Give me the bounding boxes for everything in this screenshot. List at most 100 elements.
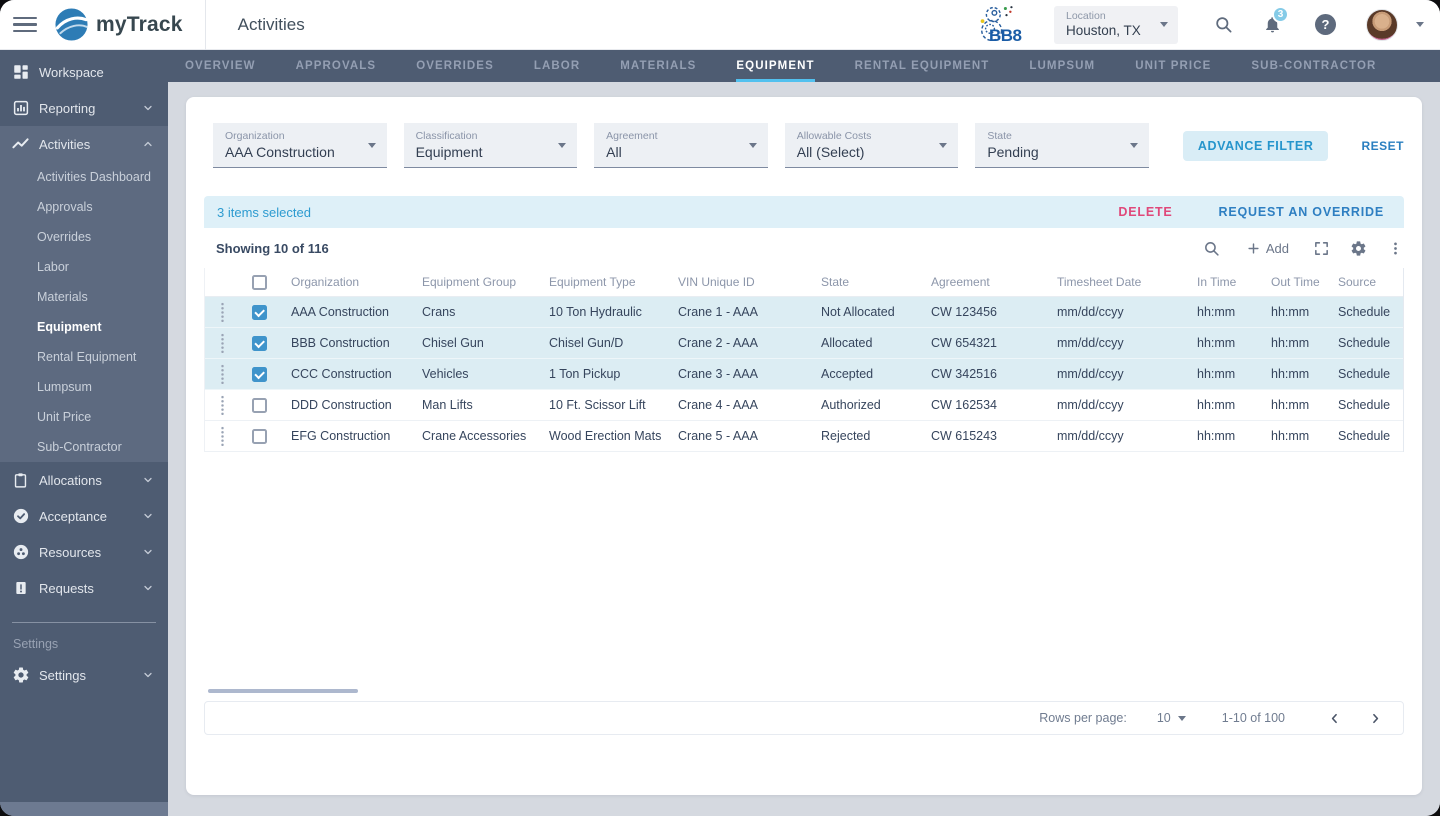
tabbar: OVERVIEW APPROVALS OVERRIDES LABOR MATERIALS…	[168, 50, 1440, 82]
cell-in-time: hh:mm	[1197, 305, 1236, 319]
cell-in-time: hh:mm	[1197, 367, 1236, 381]
request-override-button[interactable]: REQUEST AN OVERRIDE	[1219, 205, 1384, 219]
next-page-button[interactable]	[1368, 711, 1383, 726]
filter-label: State	[987, 130, 1012, 142]
table-row[interactable]: AAA Construction Crans 10 Ton Hydraulic Cra…	[205, 297, 1403, 328]
table-search-icon[interactable]	[1203, 240, 1220, 257]
sidebar-item-sub-contractor[interactable]: Sub-Contractor	[0, 432, 168, 462]
cell-out-time: hh:mm	[1271, 367, 1310, 381]
sidebar-item-reporting[interactable]: Reporting	[0, 90, 168, 126]
gear-icon	[11, 666, 30, 685]
pagination-bar: Rows per page: 10 1-10 of 100	[204, 701, 1404, 735]
add-button[interactable]: Add	[1246, 241, 1289, 256]
filter-label: Allowable Costs	[796, 130, 872, 142]
profile-caret-icon[interactable]	[1416, 22, 1424, 27]
sidebar-item-allocations[interactable]: Allocations	[0, 462, 168, 498]
table-row[interactable]: CCC Construction Vehicles 1 Ton Pickup Cran…	[205, 359, 1403, 390]
avatar[interactable]	[1366, 8, 1398, 41]
filter-classification[interactable]: Classification Equipment	[403, 123, 578, 168]
sidebar-item-workspace[interactable]: Workspace	[0, 54, 168, 90]
col-in-time[interactable]: In Time	[1185, 275, 1259, 289]
search-icon[interactable]	[1214, 15, 1233, 34]
row-drag-handle-icon[interactable]	[220, 301, 224, 323]
app-name: myTrack	[96, 12, 183, 36]
table-row[interactable]: EFG Construction Crane Accessories Wood Er…	[205, 421, 1403, 452]
row-drag-handle-icon[interactable]	[220, 332, 224, 354]
filter-allowable-costs[interactable]: Allowable Costs All (Select)	[784, 123, 959, 168]
sidebar-item-lumpsum[interactable]: Lumpsum	[0, 372, 168, 402]
col-organization[interactable]: Organization	[279, 275, 410, 289]
header-drag-column	[205, 268, 239, 296]
tab-labor[interactable]: LABOR	[534, 50, 580, 82]
cell-out-time: hh:mm	[1271, 305, 1310, 319]
location-select[interactable]: Location Houston, TX	[1054, 5, 1178, 44]
workspace-grid-icon	[11, 63, 30, 82]
filter-agreement[interactable]: Agreement All	[594, 123, 768, 168]
tab-overview[interactable]: OVERVIEW	[185, 50, 256, 82]
row-drag-handle-icon[interactable]	[220, 363, 224, 385]
row-checkbox[interactable]	[251, 428, 267, 444]
tab-approvals[interactable]: APPROVALS	[296, 50, 377, 82]
table-row[interactable]: DDD Construction Man Lifts 10 Ft. Scissor …	[205, 390, 1403, 421]
row-drag-handle-icon[interactable]	[220, 425, 224, 447]
col-out-time[interactable]: Out Time	[1259, 275, 1326, 289]
select-all-checkbox[interactable]	[251, 274, 267, 290]
filter-caret-icon	[748, 143, 757, 148]
table-row[interactable]: BBB Construction Chisel Gun Chisel Gun/D Cr…	[205, 328, 1403, 359]
sidebar-subitem-label: Materials	[37, 290, 88, 304]
app-logo[interactable]: myTrack	[54, 7, 183, 42]
sidebar-item-requests[interactable]: Requests	[0, 570, 168, 606]
tab-equipment[interactable]: EQUIPMENT	[736, 50, 815, 82]
sidebar-item-rental-equipment[interactable]: Rental Equipment	[0, 342, 168, 372]
filter-value: AAA Construction	[225, 144, 335, 160]
sidebar-item-unit-price[interactable]: Unit Price	[0, 402, 168, 432]
advance-filter-button[interactable]: ADVANCE FILTER	[1182, 130, 1329, 161]
delete-button[interactable]: DELETE	[1118, 205, 1172, 219]
hamburger-menu-icon[interactable]	[13, 16, 37, 33]
col-timesheet-date[interactable]: Timesheet Date	[1045, 275, 1185, 289]
col-equipment-group[interactable]: Equipment Group	[410, 275, 537, 289]
horizontal-scrollbar[interactable]	[208, 689, 358, 693]
filter-state[interactable]: State Pending	[975, 123, 1149, 168]
tab-sub-contractor[interactable]: SUB-CONTRACTOR	[1251, 50, 1376, 82]
tab-lumpsum[interactable]: LUMPSUM	[1029, 50, 1095, 82]
reset-button[interactable]: RESET	[1361, 139, 1404, 153]
col-equipment-type[interactable]: Equipment Type	[537, 275, 666, 289]
row-checkbox[interactable]	[251, 335, 267, 351]
sidebar-item-approvals[interactable]: Approvals	[0, 192, 168, 222]
col-source[interactable]: Source	[1326, 275, 1403, 289]
chevron-down-icon	[142, 474, 154, 486]
more-options-kebab-icon[interactable]	[1387, 240, 1404, 257]
sidebar-item-overrides[interactable]: Overrides	[0, 222, 168, 252]
tab-unit-price[interactable]: UNIT PRICE	[1135, 50, 1211, 82]
help-icon[interactable]	[1315, 14, 1336, 35]
row-checkbox[interactable]	[251, 397, 267, 413]
sidebar-item-materials[interactable]: Materials	[0, 282, 168, 312]
col-agreement[interactable]: Agreement	[919, 275, 1045, 289]
tab-rental-equipment[interactable]: RENTAL EQUIPMENT	[855, 50, 990, 82]
sidebar-item-equipment[interactable]: Equipment	[0, 312, 168, 342]
sidebar-item-activities-dashboard[interactable]: Activities Dashboard	[0, 162, 168, 192]
sidebar-bottom-scrollbar[interactable]	[0, 802, 168, 816]
column-settings-gear-icon[interactable]	[1350, 240, 1367, 257]
sidebar-item-acceptance[interactable]: Acceptance	[0, 498, 168, 534]
row-checkbox[interactable]	[251, 304, 267, 320]
col-state[interactable]: State	[809, 275, 919, 289]
col-vin-unique-id[interactable]: VIN Unique ID	[666, 275, 809, 289]
filter-organization[interactable]: Organization AAA Construction	[213, 123, 387, 168]
previous-page-button[interactable]	[1327, 711, 1342, 726]
fullscreen-icon[interactable]	[1313, 240, 1330, 257]
page-title: Activities	[237, 14, 305, 34]
row-checkbox[interactable]	[251, 366, 267, 382]
row-drag-handle-icon[interactable]	[220, 394, 224, 416]
tab-overrides[interactable]: OVERRIDES	[416, 50, 494, 82]
cell-organization: DDD Construction	[291, 398, 392, 412]
cell-equipment-group: Crane Accessories	[422, 429, 527, 443]
tab-materials[interactable]: MATERIALS	[620, 50, 696, 82]
sidebar-item-activities[interactable]: Activities	[0, 126, 168, 162]
sidebar-item-resources[interactable]: Resources	[0, 534, 168, 570]
notifications-bell-icon[interactable]: 3	[1263, 6, 1289, 34]
rows-per-page-select[interactable]: 10	[1157, 711, 1186, 725]
sidebar-item-settings[interactable]: Settings	[0, 657, 168, 693]
sidebar-item-labor[interactable]: Labor	[0, 252, 168, 282]
